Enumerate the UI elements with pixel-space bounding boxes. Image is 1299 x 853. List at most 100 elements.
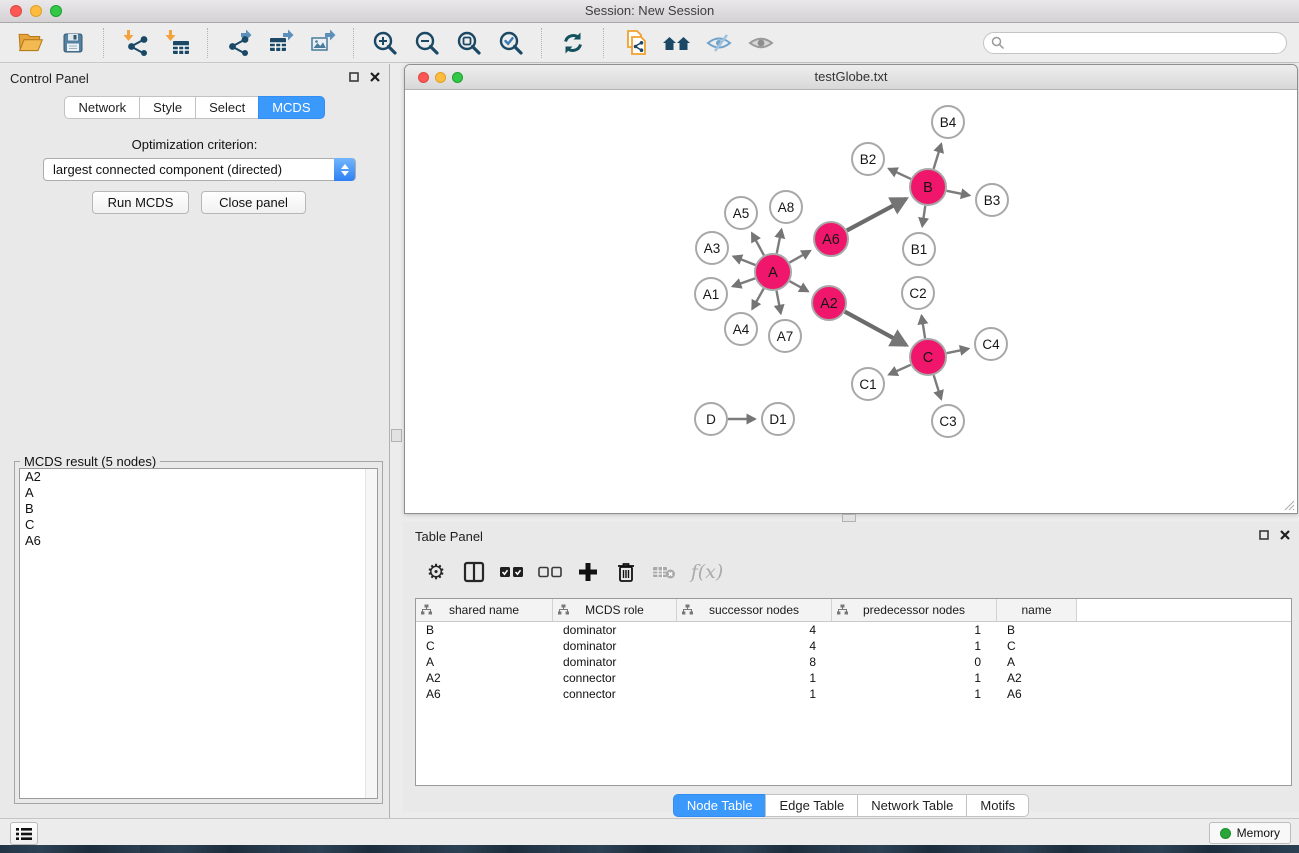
node-A3[interactable]: A3: [696, 232, 728, 264]
zoom-fit-button[interactable]: [452, 27, 486, 59]
export-network-button[interactable]: [222, 27, 256, 59]
list-scrollbar[interactable]: [365, 469, 377, 798]
node-C2[interactable]: C2: [902, 277, 934, 309]
search-input[interactable]: [983, 32, 1287, 54]
tab-style[interactable]: Style: [139, 96, 196, 119]
node-A6[interactable]: A6: [814, 222, 848, 256]
home-button[interactable]: [660, 27, 694, 59]
horizontal-splitter-handle[interactable]: [842, 514, 856, 522]
delete-table-button[interactable]: [645, 555, 683, 589]
edge-C-C1[interactable]: [889, 365, 911, 375]
mcds-result-item[interactable]: C: [20, 517, 377, 533]
node-A8[interactable]: A8: [770, 191, 802, 223]
edge-A-A6[interactable]: [790, 251, 811, 263]
edge-A-A8[interactable]: [777, 230, 782, 254]
float-panel-icon[interactable]: [349, 72, 359, 82]
table-settings-button[interactable]: ⚙: [417, 555, 455, 589]
edge-A-A2[interactable]: [790, 281, 808, 291]
edge-A-A4[interactable]: [752, 289, 763, 309]
create-column-button[interactable]: [569, 555, 607, 589]
tab-network[interactable]: Network: [64, 96, 140, 119]
node-C3[interactable]: C3: [932, 405, 964, 437]
minimize-window-button[interactable]: [435, 72, 446, 83]
column-header-mcds-role[interactable]: MCDS role: [553, 599, 677, 621]
node-A7[interactable]: A7: [769, 320, 801, 352]
task-history-button[interactable]: [10, 822, 38, 845]
clone-network-button[interactable]: [618, 27, 652, 59]
node-B2[interactable]: B2: [852, 143, 884, 175]
column-header-successor-nodes[interactable]: successor nodes: [677, 599, 832, 621]
edge-C-C3[interactable]: [934, 375, 941, 399]
edge-A-A1[interactable]: [733, 278, 755, 286]
node-A[interactable]: A: [755, 254, 791, 290]
node-C4[interactable]: C4: [975, 328, 1007, 360]
node-A2[interactable]: A2: [812, 286, 846, 320]
minimize-window-button[interactable]: [30, 5, 42, 17]
column-header-name[interactable]: name: [997, 599, 1077, 621]
export-image-button[interactable]: [306, 27, 340, 59]
close-window-button[interactable]: [418, 72, 429, 83]
tab-mcds[interactable]: MCDS: [258, 96, 324, 119]
mcds-result-item[interactable]: A: [20, 485, 377, 501]
edge-B-B3[interactable]: [947, 191, 970, 196]
window-resize-grip[interactable]: [1281, 497, 1295, 511]
edge-C-C4[interactable]: [947, 349, 969, 354]
edge-A2-C[interactable]: [845, 312, 906, 345]
import-table-button[interactable]: [160, 27, 194, 59]
refresh-button[interactable]: [556, 27, 590, 59]
tab-edge-table[interactable]: Edge Table: [765, 794, 858, 817]
zoom-window-button[interactable]: [452, 72, 463, 83]
zoom-in-button[interactable]: [368, 27, 402, 59]
node-B1[interactable]: B1: [903, 233, 935, 265]
export-table-button[interactable]: [264, 27, 298, 59]
node-D1[interactable]: D1: [762, 403, 794, 435]
table-row[interactable]: Adominator80A: [416, 654, 1291, 670]
tab-motifs[interactable]: Motifs: [966, 794, 1029, 817]
node-B4[interactable]: B4: [932, 106, 964, 138]
close-panel-icon[interactable]: [370, 72, 380, 82]
zoom-selected-button[interactable]: [494, 27, 528, 59]
network-window-titlebar[interactable]: testGlobe.txt: [405, 65, 1297, 90]
edge-A-A3[interactable]: [733, 256, 755, 265]
criterion-dropdown[interactable]: largest connected component (directed): [43, 158, 356, 181]
edge-A-A5[interactable]: [752, 233, 764, 255]
node-D[interactable]: D: [695, 403, 727, 435]
tab-select[interactable]: Select: [195, 96, 259, 119]
mcds-result-list[interactable]: A2ABCA6: [19, 468, 378, 799]
run-mcds-button[interactable]: Run MCDS: [92, 191, 189, 214]
table-row[interactable]: Cdominator41C: [416, 638, 1291, 654]
zoom-out-button[interactable]: [410, 27, 444, 59]
hide-selected-button[interactable]: [702, 27, 736, 59]
show-all-button[interactable]: [744, 27, 778, 59]
close-panel-icon[interactable]: [1280, 530, 1290, 540]
zoom-window-button[interactable]: [50, 5, 62, 17]
node-C[interactable]: C: [910, 339, 946, 375]
table-row[interactable]: A6connector11A6: [416, 686, 1291, 702]
column-header-predecessor-nodes[interactable]: predecessor nodes: [832, 599, 997, 621]
node-B3[interactable]: B3: [976, 184, 1008, 216]
mcds-result-item[interactable]: B: [20, 501, 377, 517]
select-all-rows-button[interactable]: [493, 555, 531, 589]
memory-button[interactable]: Memory: [1209, 822, 1291, 844]
table-row[interactable]: A2connector11A2: [416, 670, 1291, 686]
save-session-button[interactable]: [56, 27, 90, 59]
node-A1[interactable]: A1: [695, 278, 727, 310]
close-window-button[interactable]: [10, 5, 22, 17]
mcds-result-item[interactable]: A6: [20, 533, 377, 549]
node-C1[interactable]: C1: [852, 368, 884, 400]
edge-C-C2[interactable]: [922, 316, 926, 339]
show-column-panel-button[interactable]: [455, 555, 493, 589]
node-A5[interactable]: A5: [725, 197, 757, 229]
tab-node-table[interactable]: Node Table: [673, 794, 767, 817]
function-builder-button[interactable]: f(x): [683, 555, 731, 589]
edge-B-B2[interactable]: [889, 169, 911, 179]
deselect-all-rows-button[interactable]: [531, 555, 569, 589]
column-header-shared-name[interactable]: shared name: [416, 599, 553, 621]
network-canvas[interactable]: B4B2BB3A8A5A6B1A3AA1C2A2A4A7C4CC1C3DD1: [405, 90, 1297, 513]
tab-network-table[interactable]: Network Table: [857, 794, 967, 817]
table-row[interactable]: Bdominator41B: [416, 622, 1291, 638]
edge-B-B1[interactable]: [922, 206, 925, 226]
float-panel-icon[interactable]: [1259, 530, 1269, 540]
close-panel-button[interactable]: Close panel: [201, 191, 306, 214]
vertical-splitter-handle[interactable]: [391, 429, 402, 442]
